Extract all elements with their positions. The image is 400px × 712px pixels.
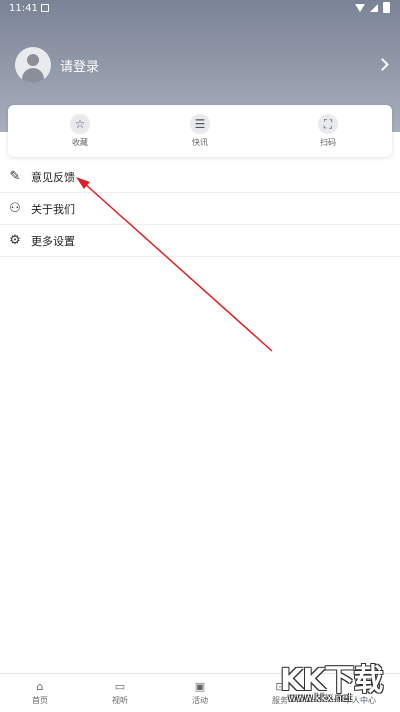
tv-icon: ▭: [114, 679, 126, 693]
signal-icon: [370, 3, 378, 12]
menu-item-about[interactable]: ⚇ 关于我们: [0, 193, 400, 225]
tab-label: 首页: [32, 696, 48, 705]
news-list-icon: ☰: [190, 114, 210, 134]
favorites-button[interactable]: ☆ 收藏: [50, 114, 110, 148]
watermark-url: www.kkx.net: [288, 693, 352, 704]
tab-media[interactable]: ▭ 视听: [90, 679, 150, 706]
star-icon: ☆: [70, 114, 90, 134]
menu-item-settings[interactable]: ⚙ 更多设置: [0, 225, 400, 257]
news-flash-button[interactable]: ☰ 快讯: [170, 114, 230, 148]
scan-label: 扫码: [320, 138, 336, 147]
login-row[interactable]: 请登录: [15, 47, 99, 83]
status-bar: 11:41: [0, 0, 400, 16]
scan-button[interactable]: ⛶ 扫码: [298, 114, 358, 148]
notification-icon: [41, 4, 49, 12]
battery-icon: [383, 2, 390, 13]
scan-icon: ⛶: [318, 114, 338, 134]
tab-label: 活动: [192, 696, 208, 705]
tab-label: 视听: [112, 696, 128, 705]
users-icon: ⚇: [9, 201, 21, 216]
login-label[interactable]: 请登录: [60, 56, 99, 75]
news-flash-label: 快讯: [192, 138, 208, 147]
tab-activity[interactable]: ▣ 活动: [170, 679, 230, 706]
avatar[interactable]: [15, 47, 51, 83]
status-time: 11:41: [9, 3, 38, 14]
menu-item-label: 关于我们: [31, 202, 75, 216]
menu-item-feedback[interactable]: ✎ 意见反馈: [0, 161, 400, 193]
video-icon: ▣: [194, 679, 206, 693]
menu-item-label: 更多设置: [31, 234, 75, 248]
wifi-icon: [355, 3, 365, 12]
edit-icon: ✎: [9, 169, 21, 184]
tab-home[interactable]: ⌂ 首页: [10, 679, 70, 706]
menu-item-label: 意见反馈: [31, 170, 75, 184]
favorites-label: 收藏: [72, 138, 88, 147]
watermark: KK下载 www.kkx.net: [280, 655, 392, 711]
quick-actions-card: ☆ 收藏 ☰ 快讯 ⛶ 扫码: [8, 105, 392, 157]
gear-icon: ⚙: [9, 233, 21, 248]
settings-menu: ✎ 意见反馈 ⚇ 关于我们 ⚙ 更多设置: [0, 161, 400, 257]
home-icon: ⌂: [36, 679, 44, 693]
